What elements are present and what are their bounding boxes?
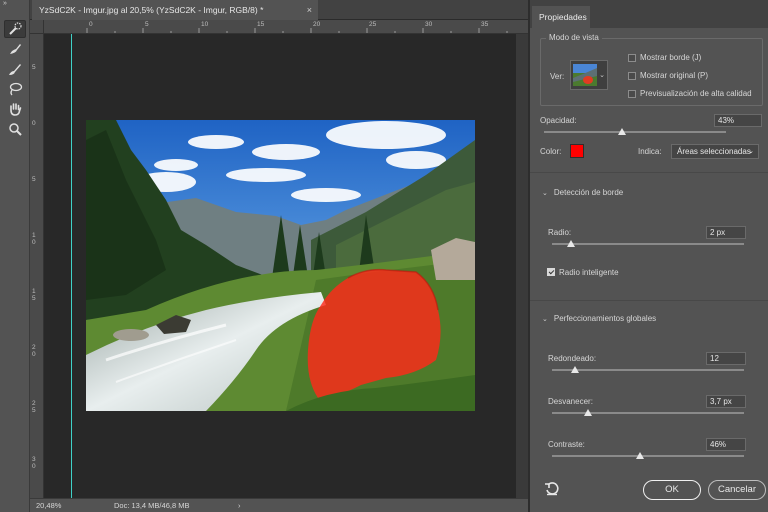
- reset-icon[interactable]: [544, 481, 560, 497]
- panel-tab-bar: Propiedades: [530, 0, 768, 28]
- ruler-label: 0: [89, 21, 93, 28]
- status-bar: 20,48% Doc: 13,4 MB/46,8 MB ›: [30, 498, 528, 512]
- view-mode-legend: Modo de vista: [546, 33, 602, 42]
- smart-radius-checkbox[interactable]: [547, 268, 555, 276]
- properties-panel: Propiedades Modo de vista Ver: ⌄ Mostrar…: [528, 0, 768, 512]
- document-tab-bar: YzSdC2K - Imgur.jpg al 20,5% (YzSdC2K - …: [30, 0, 528, 20]
- smooth-slider-handle[interactable]: [571, 366, 580, 373]
- feather-input[interactable]: 3,7 px: [706, 395, 746, 408]
- contrast-input[interactable]: 46%: [706, 438, 746, 451]
- hand-tool[interactable]: [4, 100, 26, 118]
- ruler-label: 3 0: [32, 456, 36, 470]
- chevron-down-icon: ⌄: [748, 148, 754, 155]
- ruler-label: 5: [32, 176, 36, 183]
- indica-label: Indica:: [638, 147, 662, 156]
- chevron-down-icon: ⌄: [599, 72, 605, 79]
- brush-icon: [9, 64, 21, 75]
- guide-line[interactable]: [71, 34, 72, 498]
- contrast-slider-handle[interactable]: [636, 452, 645, 459]
- radius-slider-track[interactable]: [552, 243, 744, 245]
- ruler-label: 5: [145, 21, 149, 28]
- status-menu-arrow[interactable]: ›: [238, 499, 241, 512]
- refine-edge-brush-icon: [10, 44, 21, 54]
- radius-slider-handle[interactable]: [567, 240, 576, 247]
- hand-icon: [10, 103, 22, 116]
- show-edge-checkbox[interactable]: [628, 54, 636, 62]
- ruler-label: 1 5: [32, 288, 36, 302]
- lasso-icon: [9, 82, 23, 96]
- global-refinements-section-header[interactable]: ⌄ Perfeccionamientos globales: [542, 314, 656, 323]
- smart-radius-label: Radio inteligente: [559, 268, 619, 277]
- vertical-scrollbar[interactable]: [516, 34, 528, 498]
- radius-label: Radio:: [548, 228, 572, 237]
- ruler-ticks: [86, 28, 508, 33]
- ruler-label: 15: [257, 21, 265, 28]
- color-swatch[interactable]: [570, 144, 584, 158]
- opacity-input[interactable]: 43%: [714, 114, 762, 127]
- view-mode-selector[interactable]: ⌄: [570, 60, 608, 90]
- contrast-label: Contraste:: [548, 440, 585, 449]
- ruler-corner: [30, 20, 44, 34]
- divider: [530, 172, 768, 173]
- chevron-down-icon: ⌄: [542, 316, 548, 323]
- zoom-level[interactable]: 20,48%: [36, 499, 61, 512]
- close-tab-icon[interactable]: ×: [307, 0, 312, 20]
- high-quality-preview-label: Previsualización de alta calidad: [640, 89, 752, 98]
- indica-value: Áreas seleccionadas: [677, 147, 751, 156]
- ruler-label: 35: [481, 21, 489, 28]
- ruler-label: 0: [32, 120, 36, 127]
- lasso-tool[interactable]: [4, 80, 26, 98]
- quick-selection-tool[interactable]: [4, 20, 26, 38]
- smooth-label: Redondeado:: [548, 354, 597, 363]
- zoom-icon: [9, 123, 22, 136]
- ok-button[interactable]: OK: [643, 480, 701, 500]
- color-label: Color:: [540, 147, 562, 156]
- indica-dropdown[interactable]: Áreas seleccionadas ⌄: [671, 144, 759, 159]
- smooth-slider-track[interactable]: [552, 369, 744, 371]
- view-label: Ver:: [550, 72, 565, 81]
- feather-slider-track[interactable]: [552, 412, 744, 414]
- document-tab-title: YzSdC2K - Imgur.jpg al 20,5% (YzSdC2K - …: [39, 5, 264, 15]
- ruler-label: 2 0: [32, 344, 36, 358]
- opacity-label: Opacidad:: [540, 116, 577, 125]
- zoom-tool[interactable]: [4, 120, 26, 138]
- view-thumbnail: [573, 64, 597, 86]
- document-canvas[interactable]: [44, 34, 516, 498]
- smooth-input[interactable]: 12: [706, 352, 746, 365]
- tab-properties[interactable]: Propiedades: [532, 6, 590, 28]
- ruler-label: 10: [201, 21, 209, 28]
- quick-selection-icon: [9, 22, 22, 35]
- show-edge-label: Mostrar borde (J): [640, 53, 702, 62]
- cancel-button[interactable]: Cancelar: [708, 480, 766, 500]
- brush-tool[interactable]: [4, 60, 26, 78]
- ruler-label: 25: [369, 21, 377, 28]
- document-tab[interactable]: YzSdC2K - Imgur.jpg al 20,5% (YzSdC2K - …: [32, 0, 318, 20]
- landscape-photo[interactable]: [86, 120, 475, 411]
- opacity-slider-track[interactable]: [544, 131, 726, 133]
- edge-detection-section-header[interactable]: ⌄ Detección de borde: [542, 188, 623, 197]
- tools-panel: »: [0, 0, 30, 512]
- chevron-down-icon: ⌄: [542, 190, 548, 197]
- ruler-label: 2 5: [32, 400, 36, 414]
- collapse-toolbar-icon[interactable]: »: [3, 0, 7, 7]
- horizontal-ruler[interactable]: 0 5 10 15 20 25 30 35: [44, 20, 528, 34]
- divider: [530, 300, 768, 301]
- ruler-label: 1 0: [32, 232, 36, 246]
- vertical-ruler[interactable]: 5 0 5 1 0 1 5 2 0 2 5 3 0: [30, 34, 44, 498]
- refine-edge-brush-tool[interactable]: [4, 40, 26, 58]
- feather-slider-handle[interactable]: [584, 409, 593, 416]
- ruler-label: 20: [313, 21, 321, 28]
- contrast-slider-track[interactable]: [552, 455, 744, 457]
- feather-label: Desvanecer:: [548, 397, 593, 406]
- high-quality-preview-checkbox[interactable]: [628, 90, 636, 98]
- radius-input[interactable]: 2 px: [706, 226, 746, 239]
- global-refinements-title: Perfeccionamientos globales: [553, 314, 657, 323]
- ruler-label: 5: [32, 64, 36, 71]
- opacity-slider-handle[interactable]: [618, 128, 627, 135]
- document-size: Doc: 13,4 MB/46,8 MB: [114, 501, 190, 510]
- show-original-label: Mostrar original (P): [640, 71, 709, 80]
- show-original-checkbox[interactable]: [628, 72, 636, 80]
- edge-detection-title: Detección de borde: [553, 188, 624, 197]
- ruler-label: 30: [425, 21, 433, 28]
